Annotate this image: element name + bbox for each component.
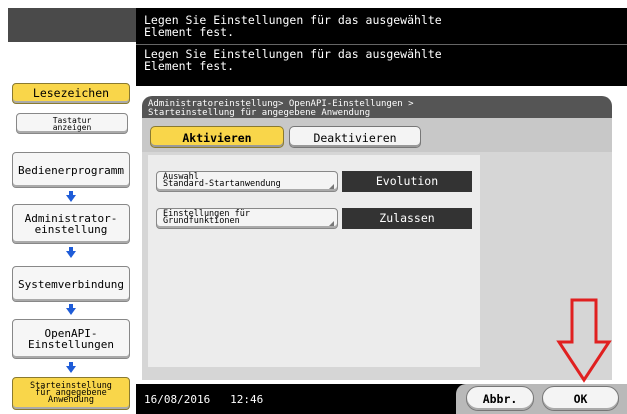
sidebar-item-start-setting[interactable]: Starteinstellung für angegebene Anwendun…: [12, 377, 130, 410]
message-line-2: Legen Sie Einstellungen für das ausgewäh…: [144, 47, 442, 73]
arrow-down-icon: [66, 247, 76, 258]
time-text: 12:46: [230, 393, 264, 406]
cancel-button[interactable]: Abbr.: [466, 386, 534, 411]
corner-triangle-icon: [329, 221, 334, 226]
ok-button[interactable]: OK: [542, 386, 619, 411]
default-start-app-button[interactable]: Auswahl Standard-Startanwendung: [156, 171, 338, 192]
tab-aktivieren[interactable]: Aktivieren: [150, 126, 284, 148]
basic-functions-button[interactable]: Einstellungen für Grundfunktionen: [156, 208, 338, 229]
sidebar-item-operator-program[interactable]: Bedienerprogramm: [12, 152, 130, 188]
arrow-down-icon: [66, 362, 76, 373]
breadcrumb: Administratoreinstellung> OpenAPI-Einste…: [142, 96, 612, 118]
show-keyboard-button[interactable]: Tastatur anzeigen: [16, 113, 128, 134]
tab-deaktivieren[interactable]: Deaktivieren: [289, 126, 421, 148]
date-time: 16/08/2016 12:46: [144, 393, 263, 406]
date-text: 16/08/2016: [144, 393, 211, 406]
setting-label-text: Auswahl Standard-Startanwendung: [163, 172, 281, 189]
message-separator: [136, 44, 627, 45]
bookmark-button[interactable]: Lesezeichen: [12, 83, 130, 104]
arrow-down-icon: [66, 304, 76, 315]
corner-triangle-icon: [329, 184, 334, 189]
left-header-strip: [8, 8, 136, 42]
setting-label-text: Einstellungen für Grundfunktionen: [163, 209, 250, 226]
basic-functions-value: Zulassen: [342, 208, 472, 229]
message-bar: Legen Sie Einstellungen für das ausgewäh…: [136, 8, 627, 86]
sidebar-item-admin-settings[interactable]: Administrator- einstellung: [12, 204, 130, 244]
default-start-app-value: Evolution: [342, 171, 472, 192]
message-line-1: Legen Sie Einstellungen für das ausgewäh…: [144, 13, 442, 39]
arrow-down-icon: [66, 191, 76, 202]
sidebar-item-openapi-settings[interactable]: OpenAPI- Einstellungen: [12, 319, 130, 359]
screen: Legen Sie Einstellungen für das ausgewäh…: [0, 0, 627, 414]
sidebar-item-system-connection[interactable]: Systemverbindung: [12, 266, 130, 302]
red-arrow-down-icon: [556, 298, 612, 383]
